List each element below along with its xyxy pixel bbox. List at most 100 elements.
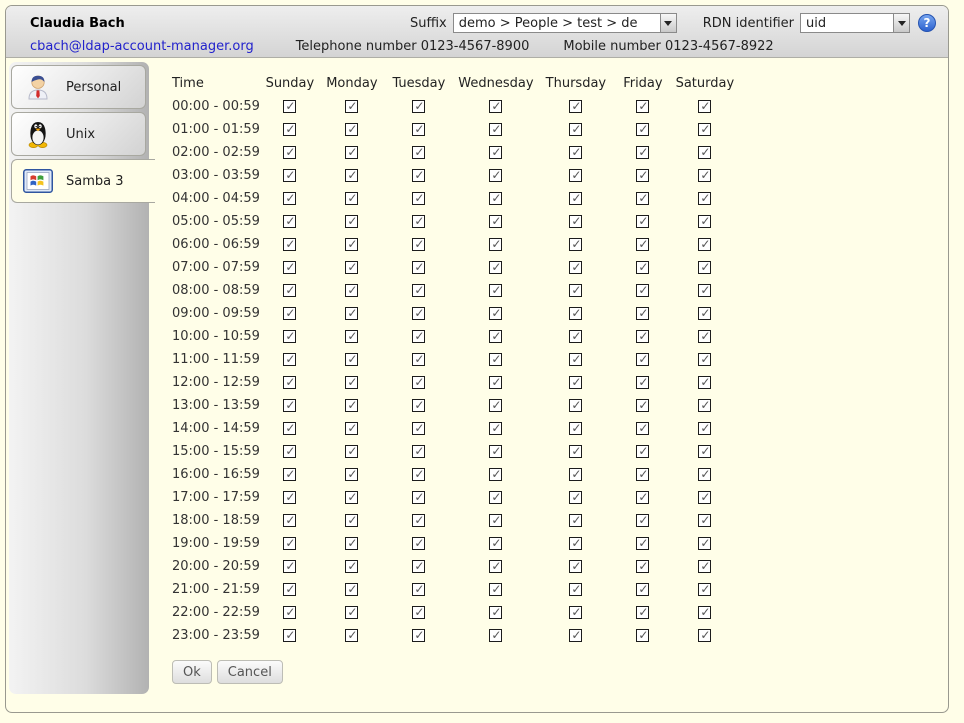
hour-checkbox[interactable] <box>698 123 711 136</box>
email-link[interactable]: cbach@ldap-account-manager.org <box>30 39 254 54</box>
hour-checkbox[interactable] <box>569 307 582 320</box>
hour-checkbox[interactable] <box>283 215 296 228</box>
hour-checkbox[interactable] <box>569 284 582 297</box>
hour-checkbox[interactable] <box>283 583 296 596</box>
hour-checkbox[interactable] <box>283 146 296 159</box>
hour-checkbox[interactable] <box>345 307 358 320</box>
hour-checkbox[interactable] <box>698 100 711 113</box>
hour-checkbox[interactable] <box>345 514 358 527</box>
hour-checkbox[interactable] <box>489 169 502 182</box>
hour-checkbox[interactable] <box>698 399 711 412</box>
hour-checkbox[interactable] <box>636 606 649 619</box>
hour-checkbox[interactable] <box>569 123 582 136</box>
hour-checkbox[interactable] <box>489 307 502 320</box>
hour-checkbox[interactable] <box>636 468 649 481</box>
hour-checkbox[interactable] <box>345 583 358 596</box>
hour-checkbox[interactable] <box>698 146 711 159</box>
hour-checkbox[interactable] <box>283 445 296 458</box>
hour-checkbox[interactable] <box>698 629 711 642</box>
hour-checkbox[interactable] <box>698 560 711 573</box>
hour-checkbox[interactable] <box>412 376 425 389</box>
hour-checkbox[interactable] <box>283 376 296 389</box>
hour-checkbox[interactable] <box>698 284 711 297</box>
hour-checkbox[interactable] <box>636 215 649 228</box>
hour-checkbox[interactable] <box>489 261 502 274</box>
hour-checkbox[interactable] <box>345 445 358 458</box>
hour-checkbox[interactable] <box>345 468 358 481</box>
hour-checkbox[interactable] <box>569 583 582 596</box>
hour-checkbox[interactable] <box>489 491 502 504</box>
hour-checkbox[interactable] <box>569 330 582 343</box>
hour-checkbox[interactable] <box>412 468 425 481</box>
hour-checkbox[interactable] <box>489 353 502 366</box>
hour-checkbox[interactable] <box>569 169 582 182</box>
hour-checkbox[interactable] <box>283 629 296 642</box>
hour-checkbox[interactable] <box>636 100 649 113</box>
hour-checkbox[interactable] <box>412 399 425 412</box>
hour-checkbox[interactable] <box>698 261 711 274</box>
hour-checkbox[interactable] <box>569 445 582 458</box>
hour-checkbox[interactable] <box>636 192 649 205</box>
hour-checkbox[interactable] <box>283 537 296 550</box>
hour-checkbox[interactable] <box>345 606 358 619</box>
hour-checkbox[interactable] <box>345 330 358 343</box>
hour-checkbox[interactable] <box>489 422 502 435</box>
hour-checkbox[interactable] <box>345 169 358 182</box>
hour-checkbox[interactable] <box>283 238 296 251</box>
hour-checkbox[interactable] <box>569 215 582 228</box>
hour-checkbox[interactable] <box>345 491 358 504</box>
hour-checkbox[interactable] <box>698 445 711 458</box>
hour-checkbox[interactable] <box>489 330 502 343</box>
hour-checkbox[interactable] <box>412 215 425 228</box>
cancel-button[interactable]: Cancel <box>217 660 283 684</box>
hour-checkbox[interactable] <box>569 422 582 435</box>
hour-checkbox[interactable] <box>636 376 649 389</box>
hour-checkbox[interactable] <box>489 238 502 251</box>
hour-checkbox[interactable] <box>283 491 296 504</box>
hour-checkbox[interactable] <box>489 583 502 596</box>
hour-checkbox[interactable] <box>489 146 502 159</box>
hour-checkbox[interactable] <box>636 261 649 274</box>
hour-checkbox[interactable] <box>412 100 425 113</box>
hour-checkbox[interactable] <box>569 606 582 619</box>
hour-checkbox[interactable] <box>636 330 649 343</box>
hour-checkbox[interactable] <box>569 238 582 251</box>
hour-checkbox[interactable] <box>283 123 296 136</box>
hour-checkbox[interactable] <box>489 100 502 113</box>
hour-checkbox[interactable] <box>412 606 425 619</box>
hour-checkbox[interactable] <box>569 629 582 642</box>
hour-checkbox[interactable] <box>489 514 502 527</box>
hour-checkbox[interactable] <box>636 399 649 412</box>
hour-checkbox[interactable] <box>636 583 649 596</box>
hour-checkbox[interactable] <box>698 330 711 343</box>
hour-checkbox[interactable] <box>698 353 711 366</box>
hour-checkbox[interactable] <box>569 491 582 504</box>
hour-checkbox[interactable] <box>489 629 502 642</box>
hour-checkbox[interactable] <box>698 514 711 527</box>
hour-checkbox[interactable] <box>283 353 296 366</box>
hour-checkbox[interactable] <box>412 169 425 182</box>
hour-checkbox[interactable] <box>345 100 358 113</box>
hour-checkbox[interactable] <box>412 445 425 458</box>
hour-checkbox[interactable] <box>636 491 649 504</box>
hour-checkbox[interactable] <box>636 629 649 642</box>
hour-checkbox[interactable] <box>412 261 425 274</box>
hour-checkbox[interactable] <box>569 146 582 159</box>
hour-checkbox[interactable] <box>412 422 425 435</box>
hour-checkbox[interactable] <box>489 192 502 205</box>
hour-checkbox[interactable] <box>636 169 649 182</box>
ok-button[interactable]: Ok <box>172 660 212 684</box>
hour-checkbox[interactable] <box>698 422 711 435</box>
hour-checkbox[interactable] <box>283 560 296 573</box>
hour-checkbox[interactable] <box>569 399 582 412</box>
hour-checkbox[interactable] <box>636 445 649 458</box>
hour-checkbox[interactable] <box>698 169 711 182</box>
hour-checkbox[interactable] <box>698 468 711 481</box>
hour-checkbox[interactable] <box>283 514 296 527</box>
hour-checkbox[interactable] <box>412 146 425 159</box>
hour-checkbox[interactable] <box>345 629 358 642</box>
hour-checkbox[interactable] <box>698 583 711 596</box>
hour-checkbox[interactable] <box>698 606 711 619</box>
hour-checkbox[interactable] <box>698 537 711 550</box>
rdn-dropdown-button[interactable] <box>893 14 909 32</box>
